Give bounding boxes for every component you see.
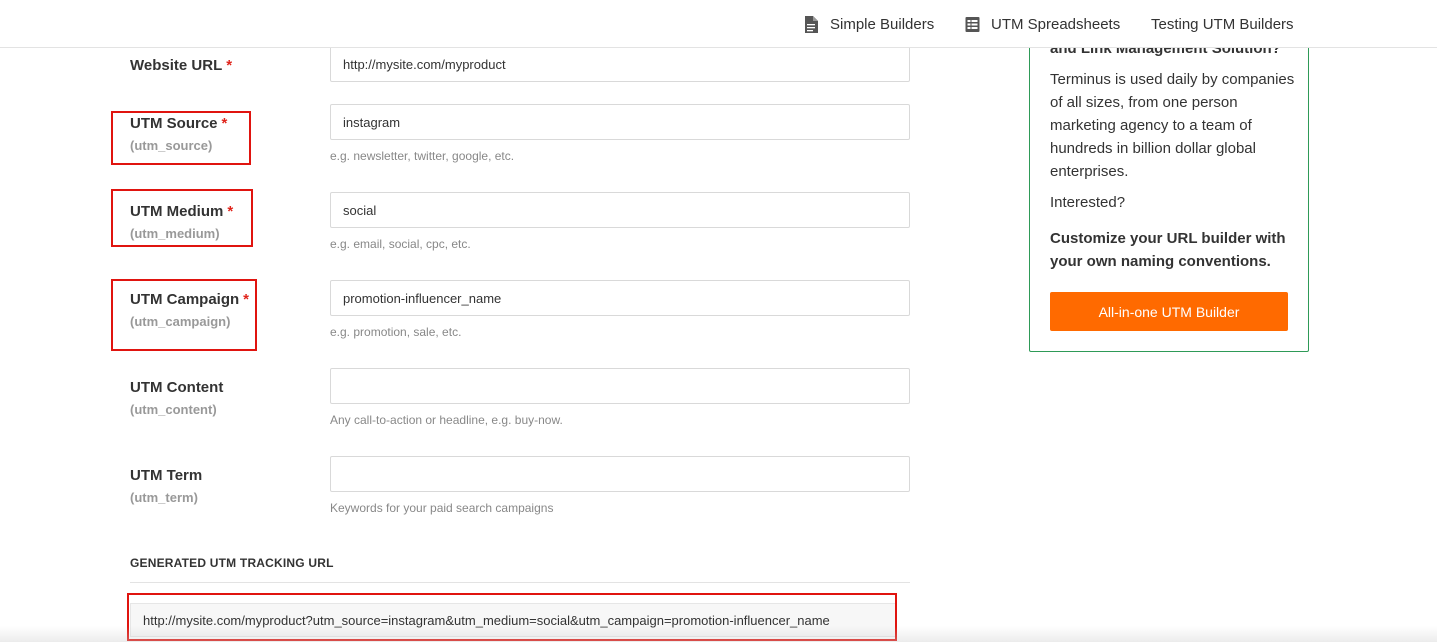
utm-source-label-text: UTM Source: [130, 115, 218, 132]
utm-term-hint: Keywords for your paid search campaigns: [330, 501, 554, 515]
utm-content-param: (utm_content): [130, 402, 217, 417]
generated-url-output[interactable]: http://mysite.com/myproduct?utm_source=i…: [130, 603, 896, 637]
website-url-input[interactable]: [330, 46, 910, 82]
promo-panel: and Link Management Solution? Terminus i…: [1029, 20, 1309, 352]
generated-url-divider: [130, 582, 910, 583]
required-marker: *: [221, 115, 228, 132]
promo-body: Terminus is used daily by companies of a…: [1050, 71, 1295, 180]
required-marker: *: [243, 291, 250, 308]
top-navigation: Simple Builders UTM Spreadsheets Testing…: [0, 0, 1437, 48]
utm-content-label: UTM Content: [130, 379, 224, 396]
required-marker: *: [226, 57, 233, 74]
nav-simple-builders-label: Simple Builders: [830, 15, 935, 33]
utm-campaign-label-text: UTM Campaign: [130, 291, 240, 308]
nav-simple-builders[interactable]: Simple Builders: [804, 14, 934, 34]
nav-testing-utm-builders-label: Testing UTM Builders: [1151, 15, 1294, 33]
promo-cta-text: Customize your URL builder with your own…: [1050, 230, 1286, 270]
utm-content-hint: Any call-to-action or headline, e.g. buy…: [330, 413, 563, 427]
all-in-one-utm-builder-button[interactable]: All-in-one UTM Builder: [1050, 292, 1288, 331]
utm-medium-label-text: UTM Medium: [130, 203, 224, 220]
utm-medium-param: (utm_medium): [130, 226, 220, 241]
utm-campaign-param: (utm_campaign): [130, 314, 231, 329]
promo-interested: Interested?: [1050, 194, 1126, 211]
utm-source-hint: e.g. newsletter, twitter, google, etc.: [330, 149, 515, 163]
utm-medium-input[interactable]: [330, 192, 910, 228]
utm-campaign-hint: e.g. promotion, sale, etc.: [330, 325, 462, 339]
utm-medium-hint: e.g. email, social, cpc, etc.: [330, 237, 471, 251]
utm-source-input[interactable]: [330, 104, 910, 140]
nav-utm-spreadsheets-label: UTM Spreadsheets: [991, 15, 1121, 33]
utm-medium-label: UTM Medium *: [130, 203, 233, 220]
utm-campaign-input[interactable]: [330, 280, 910, 316]
required-marker: *: [227, 203, 234, 220]
utm-term-label: UTM Term: [130, 467, 203, 484]
website-url-label-text: Website URL: [130, 57, 223, 74]
nav-testing-utm-builders[interactable]: Testing UTM Builders: [1151, 14, 1294, 34]
generated-url-title: GENERATED UTM TRACKING URL: [130, 556, 334, 570]
spreadsheet-icon: [965, 16, 980, 33]
utm-term-input[interactable]: [330, 456, 910, 492]
utm-content-input[interactable]: [330, 368, 910, 404]
website-url-label: Website URL *: [130, 57, 232, 74]
nav-utm-spreadsheets[interactable]: UTM Spreadsheets: [965, 14, 1120, 34]
utm-term-param: (utm_term): [130, 490, 198, 505]
utm-campaign-label: UTM Campaign *: [130, 291, 249, 308]
utm-source-label: UTM Source *: [130, 115, 227, 132]
document-icon: [804, 15, 818, 33]
utm-source-param: (utm_source): [130, 138, 213, 153]
